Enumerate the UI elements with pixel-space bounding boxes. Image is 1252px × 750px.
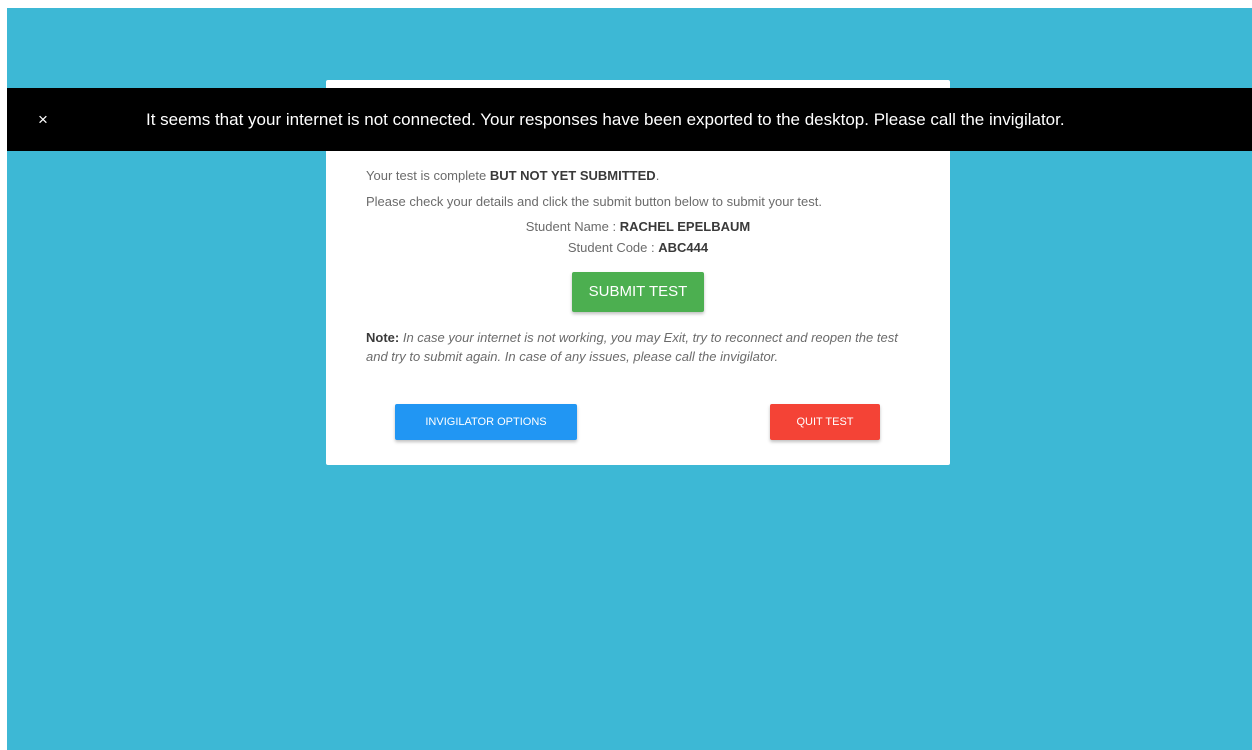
student-code-label: Student Code : bbox=[567, 240, 659, 255]
banner-message: It seems that your internet is not conne… bbox=[146, 110, 1065, 129]
student-name-label: Student Name : bbox=[525, 219, 620, 234]
invigilator-options-button[interactable]: INVIGILATOR OPTIONS bbox=[395, 404, 577, 440]
status-emphasis: BUT NOT YET SUBMITTED bbox=[489, 168, 656, 183]
status-message: Your test is complete BUT NOT YET SUBMIT… bbox=[366, 168, 659, 183]
status-prefix: Your test is complete bbox=[366, 168, 490, 183]
submit-test-button[interactable]: SUBMIT TEST bbox=[572, 272, 704, 312]
instruction-text: Please check your details and click the … bbox=[366, 194, 822, 209]
student-name-value: RACHEL EPELBAUM bbox=[619, 219, 751, 234]
note-text: Note: In case your internet is not worki… bbox=[366, 328, 918, 366]
note-label: Note: bbox=[366, 330, 400, 345]
student-code-value: ABC444 bbox=[658, 240, 709, 255]
status-suffix: . bbox=[655, 168, 660, 183]
student-name-row: Student Name : RACHEL EPELBAUM bbox=[326, 219, 950, 234]
quit-test-button[interactable]: QUIT TEST bbox=[770, 404, 880, 440]
note-body: In case your internet is not working, yo… bbox=[366, 330, 898, 364]
student-code-row: Student Code : ABC444 bbox=[326, 240, 950, 255]
connection-warning-banner: × It seems that your internet is not con… bbox=[7, 88, 1252, 151]
close-icon[interactable]: × bbox=[33, 88, 53, 151]
